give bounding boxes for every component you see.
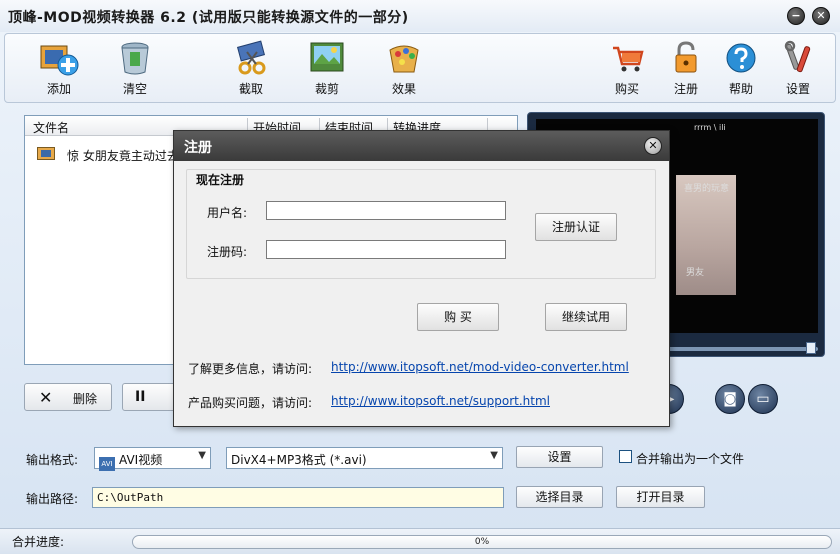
status-bar: 合并进度: 0%: [0, 528, 840, 554]
purchase-label: 产品购买问题，请访问:: [188, 396, 313, 410]
add-button[interactable]: 添加: [29, 40, 89, 100]
title-bar: 顶峰-MOD视频转换器 6.2 (试用版只能转换源文件的一部分) − ✕: [0, 0, 840, 32]
purchase-link[interactable]: http://www.itopsoft.net/support.html: [331, 394, 550, 408]
minimize-button[interactable]: −: [787, 7, 805, 25]
clear-label: 清空: [122, 82, 147, 96]
delete-label: 删除: [73, 392, 98, 406]
trash-can-icon: [115, 40, 155, 76]
effect-button[interactable]: 效果: [374, 40, 434, 100]
help-button[interactable]: 帮助: [711, 40, 771, 100]
playback-slider-handle[interactable]: [806, 342, 816, 354]
avi-format-icon: AVI: [99, 457, 115, 471]
crop-label: 裁剪: [314, 82, 339, 96]
shopping-cart-icon: [607, 40, 647, 76]
scissors-film-icon: [231, 40, 271, 76]
dialog-buy-button[interactable]: 购 买: [417, 303, 499, 331]
merge-output-label: 合并输出为一个文件: [636, 452, 745, 466]
window-title: 顶峰-MOD视频转换器 6.2 (试用版只能转换源文件的一部分): [8, 10, 409, 26]
settings-button[interactable]: 设置: [768, 40, 828, 100]
regcode-label: 注册码:: [207, 245, 248, 259]
dialog-title-bar[interactable]: 注册 ✕: [174, 131, 669, 161]
preview-caption-2: 男友: [686, 268, 705, 278]
username-field[interactable]: [266, 201, 506, 220]
info-link[interactable]: http://www.itopsoft.net/mod-video-conver…: [331, 360, 629, 374]
merge-progress-label: 合并进度:: [12, 535, 65, 549]
delete-button[interactable]: ✕ 删除: [24, 383, 112, 411]
folder-icon: ▭: [756, 391, 770, 407]
output-path-label: 输出路径:: [26, 492, 79, 506]
register-group-title: 现在注册: [194, 171, 247, 188]
palette-icon: [384, 40, 424, 76]
open-directory-button[interactable]: 打开目录: [616, 486, 705, 508]
choose-directory-button[interactable]: 选择目录: [516, 486, 603, 508]
merge-output-checkbox[interactable]: [619, 450, 632, 463]
wrench-screwdriver-icon: [778, 40, 818, 76]
username-label: 用户名:: [207, 206, 248, 220]
buy-button[interactable]: 购买: [597, 40, 657, 100]
settings-label: 设置: [785, 82, 810, 96]
format-settings-button[interactable]: 设置: [516, 446, 603, 468]
camera-icon: ◙: [723, 391, 737, 407]
preview-overlay-text: rrrm \ ili: [694, 123, 726, 132]
output-path-field[interactable]: C:\OutPath: [92, 487, 504, 508]
crop-button[interactable]: 裁剪: [297, 40, 357, 100]
output-format-value: AVI视频: [119, 453, 163, 467]
verify-registration-button[interactable]: 注册认证: [535, 213, 617, 241]
open-folder-button[interactable]: ▭: [748, 384, 778, 414]
delete-x-icon: ✕: [39, 388, 53, 407]
add-film-icon: [39, 40, 79, 76]
preview-caption-1: 喜男的玩意: [684, 184, 730, 194]
register-button[interactable]: 注册: [656, 40, 716, 100]
crop-picture-icon: [307, 40, 347, 76]
codec-select[interactable]: DivX4+MP3格式 (*.avi) ▼: [226, 447, 503, 469]
toolbar: 添加 清空 截取 裁剪 效果 购买 注册 帮助 设置: [4, 33, 836, 103]
continue-trial-button[interactable]: 继续试用: [545, 303, 627, 331]
app-window: 顶峰-MOD视频转换器 6.2 (试用版只能转换源文件的一部分) − ✕ 添加: [0, 0, 840, 554]
clear-button[interactable]: 清空: [105, 40, 165, 100]
register-label: 注册: [673, 82, 698, 96]
help-globe-icon: [721, 40, 761, 76]
snapshot-button[interactable]: ◙: [715, 384, 745, 414]
video-file-icon: [37, 147, 55, 160]
register-dialog: 注册 ✕ 现在注册 用户名: 注册码: 注册认证 购 买 继续试用 了解更多信息…: [173, 130, 670, 427]
dialog-title: 注册: [184, 140, 212, 156]
clip-label: 截取: [238, 82, 263, 96]
close-button[interactable]: ✕: [812, 7, 830, 25]
output-path-value: C:\OutPath: [97, 491, 164, 504]
output-format-label: 输出格式:: [26, 453, 79, 467]
clip-button[interactable]: 截取: [221, 40, 281, 100]
chevron-down-icon: ▼: [490, 450, 498, 461]
lock-icon: [666, 40, 706, 76]
help-label: 帮助: [728, 82, 753, 96]
add-label: 添加: [46, 82, 71, 96]
file-name-cell: 惊 女朋友竟主动过去: [67, 149, 179, 163]
merge-progress-bar: 0%: [132, 535, 832, 549]
merge-progress-text: 0%: [474, 537, 490, 547]
effect-label: 效果: [391, 82, 416, 96]
info-label: 了解更多信息，请访问:: [188, 362, 313, 376]
output-format-select[interactable]: AVI AVI视频 ▼: [94, 447, 211, 471]
pause-icon: II: [135, 389, 146, 405]
buy-label: 购买: [614, 82, 639, 96]
column-header-filename[interactable]: 文件名: [33, 119, 69, 136]
codec-value: DivX4+MP3格式 (*.avi): [231, 453, 367, 467]
dialog-close-button[interactable]: ✕: [644, 137, 662, 155]
regcode-field[interactable]: [266, 240, 506, 259]
chevron-down-icon: ▼: [198, 450, 206, 461]
